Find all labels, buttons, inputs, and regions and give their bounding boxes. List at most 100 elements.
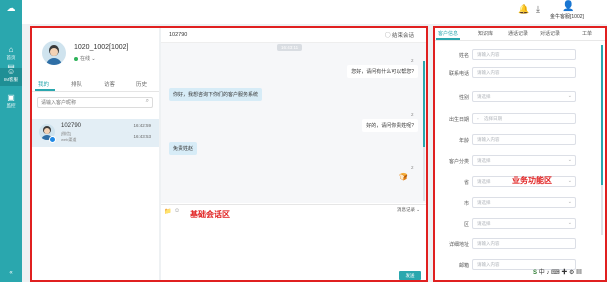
tab-customer-info[interactable]: 客户信息 bbox=[438, 30, 458, 37]
end-session-button[interactable]: ◯ 结束会话 bbox=[385, 31, 414, 39]
tab-tickets[interactable]: 工单 bbox=[582, 30, 592, 37]
field-age: 年龄 请输入内容 bbox=[434, 134, 607, 148]
tab-queue[interactable]: 排队 bbox=[71, 80, 82, 88]
folder-icon[interactable]: 📁 bbox=[164, 208, 171, 215]
field-label: 姓名 bbox=[458, 53, 469, 59]
field-city: 市 请选择 ⌄ bbox=[434, 197, 607, 211]
business-scrollbar[interactable] bbox=[601, 45, 603, 235]
search-input[interactable] bbox=[38, 98, 144, 107]
field-label: 详细地址 bbox=[448, 242, 469, 248]
list-item[interactable]: 102790 [微信] web渠道 16:42:59 16:43:53 bbox=[31, 119, 159, 147]
message-bubble-customer: 免贵姓赵 bbox=[169, 142, 198, 155]
session-time-start: 16:42:59 bbox=[133, 123, 151, 128]
app-sidebar: ☁ ⌂ 首页 ▤ 工作台 ☺ IM客服 ▣ 监控 « bbox=[0, 0, 22, 282]
home-icon: ⌂ bbox=[8, 45, 14, 54]
age-input[interactable]: 请输入内容 bbox=[472, 134, 576, 145]
avatar bbox=[42, 41, 66, 65]
field-label: 市 bbox=[463, 201, 469, 207]
user-icon[interactable]: 👤 bbox=[562, 1, 574, 12]
send-button[interactable]: 发送 bbox=[399, 271, 421, 280]
chat-scrollbar[interactable] bbox=[423, 61, 425, 201]
sidebar-item-label: 监控 bbox=[6, 103, 16, 108]
business-panel: 客户信息 知识库 通话记录 对话记录 工单 姓名 请输入内容 联系电话 请输入内… bbox=[434, 27, 607, 280]
message-list: 16:43:11 2 您好，请问有什么可以帮您? 你好，我想咨询下你们的客户服务… bbox=[161, 43, 426, 203]
field-address: 详细地址 请输入内容 bbox=[434, 238, 607, 252]
sidebar-item-monitor[interactable]: ▣ 监控 bbox=[0, 93, 22, 109]
district-select[interactable]: 请选择 ⌄ bbox=[472, 218, 576, 229]
field-label: 年龄 bbox=[458, 138, 469, 144]
search-icon[interactable]: ⌕ bbox=[146, 98, 149, 105]
sidebar-item-im-service[interactable]: ☺ IM客服 bbox=[0, 68, 22, 86]
placeholder: 请输入内容 bbox=[477, 52, 500, 57]
placeholder: 请选择 bbox=[477, 94, 491, 99]
field-label: 省 bbox=[463, 180, 469, 186]
monitor-icon: ▣ bbox=[7, 93, 15, 102]
agent-status[interactable]: 在线 ⌄ bbox=[74, 55, 96, 62]
user-name[interactable]: 金牛客服[1002] bbox=[550, 13, 584, 20]
field-category: 客户分类 请选择 ⌄ bbox=[434, 155, 607, 169]
chat-agent-icon: ☺ bbox=[7, 67, 16, 76]
message-bubble-customer: 你好，我想咨询下你们的客户服务系统 bbox=[169, 88, 263, 101]
message-history-button[interactable]: 消息记录 ⌄ bbox=[397, 207, 420, 213]
ime-toolbar[interactable]: S 中 ♪ ⌨ ✚ ⚙ ▦ bbox=[533, 267, 607, 279]
online-dot-icon bbox=[74, 56, 78, 61]
time-divider: 16:43:11 bbox=[277, 44, 303, 51]
tab-chat-records[interactable]: 对话记录 bbox=[540, 30, 560, 37]
read-count: 2 bbox=[411, 58, 414, 63]
chat-title: 102790 bbox=[169, 32, 188, 38]
tab-call-records[interactable]: 通话记录 bbox=[508, 30, 528, 37]
chat-header: 102790 ◯ 结束会话 bbox=[161, 27, 426, 43]
business-area-label: 业务功能区 bbox=[512, 176, 552, 185]
session-id: 102790 bbox=[61, 123, 82, 129]
download-icon[interactable]: ⤓ bbox=[536, 4, 540, 15]
category-select[interactable]: 请选择 ⌄ bbox=[472, 155, 576, 166]
chevron-down-icon: ⌄ bbox=[567, 220, 572, 226]
field-label: 邮箱 bbox=[458, 263, 469, 269]
birthday-date-picker[interactable]: ▫ 选择日期 bbox=[472, 113, 576, 124]
placeholder: 请选择 bbox=[477, 158, 491, 163]
field-gender: 性别 请选择 ⌄ bbox=[434, 91, 607, 105]
field-label: 出生日期 bbox=[448, 117, 469, 123]
chat-panel: 102790 ◯ 结束会话 16:43:11 2 您好，请问有什么可以帮您? 你… bbox=[161, 27, 426, 281]
bell-icon[interactable]: 🔔 bbox=[518, 4, 529, 15]
tab-underline bbox=[436, 38, 460, 40]
session-time-last: 16:43:53 bbox=[133, 134, 151, 139]
placeholder: 请输入内容 bbox=[477, 70, 500, 75]
emoji-icon[interactable]: ☺ bbox=[174, 208, 180, 214]
ime-tools: 中 ♪ ⌨ ✚ ⚙ ▦ bbox=[538, 270, 583, 276]
address-input[interactable]: 请输入内容 bbox=[472, 238, 576, 249]
field-district: 区 请选择 ⌄ bbox=[434, 218, 607, 232]
calendar-icon: ▫ bbox=[477, 116, 479, 121]
placeholder: 请输入内容 bbox=[477, 262, 500, 267]
sidebar-item-label: 首页 bbox=[6, 55, 16, 60]
tab-history[interactable]: 历史 bbox=[136, 80, 147, 88]
placeholder: 请输入内容 bbox=[477, 137, 500, 142]
placeholder: 请选择 bbox=[477, 179, 491, 184]
field-label: 性别 bbox=[458, 95, 469, 101]
top-bar: 🔔 ⤓ 👤 金牛客服[1002] bbox=[22, 0, 607, 24]
phone-input[interactable]: 请输入内容 bbox=[472, 67, 576, 78]
session-source: web渠道 bbox=[61, 137, 77, 142]
gender-select[interactable]: 请选择 ⌄ bbox=[472, 91, 576, 102]
session-tabs: 我的 排队 访客 历史 bbox=[31, 77, 159, 92]
tab-mine[interactable]: 我的 bbox=[38, 80, 49, 88]
read-count: 2 bbox=[411, 112, 414, 117]
field-name: 姓名 请输入内容 bbox=[434, 49, 607, 63]
sidebar-item-home[interactable]: ⌂ 首页 bbox=[0, 45, 22, 61]
field-birthday: 出生日期 ▫ 选择日期 bbox=[434, 113, 607, 127]
message-bubble-agent: 好的，请问你贵姓呢? bbox=[362, 119, 418, 132]
tab-visitors[interactable]: 访客 bbox=[104, 80, 115, 88]
name-input[interactable]: 请输入内容 bbox=[472, 49, 576, 60]
field-label: 区 bbox=[463, 222, 469, 228]
city-select[interactable]: 请选择 ⌄ bbox=[472, 197, 576, 208]
channel-badge-icon bbox=[49, 136, 56, 143]
status-label: 在线 bbox=[80, 56, 91, 62]
field-label: 客户分类 bbox=[448, 159, 469, 165]
double-chevron-icon[interactable]: « bbox=[6, 270, 16, 276]
tab-knowledge[interactable]: 知识库 bbox=[478, 30, 493, 37]
chevron-down-icon: ⌄ bbox=[91, 56, 96, 62]
contacts-panel: 1020_1002[1002] 在线 ⌄ 我的 排队 访客 历史 ⌕ 10279… bbox=[31, 27, 159, 280]
field-phone: 联系电话 请输入内容 bbox=[434, 67, 607, 81]
agent-name: 1020_1002[1002] bbox=[74, 44, 129, 51]
message-bubble-agent: 您好，请问有什么可以帮您? bbox=[347, 65, 418, 78]
